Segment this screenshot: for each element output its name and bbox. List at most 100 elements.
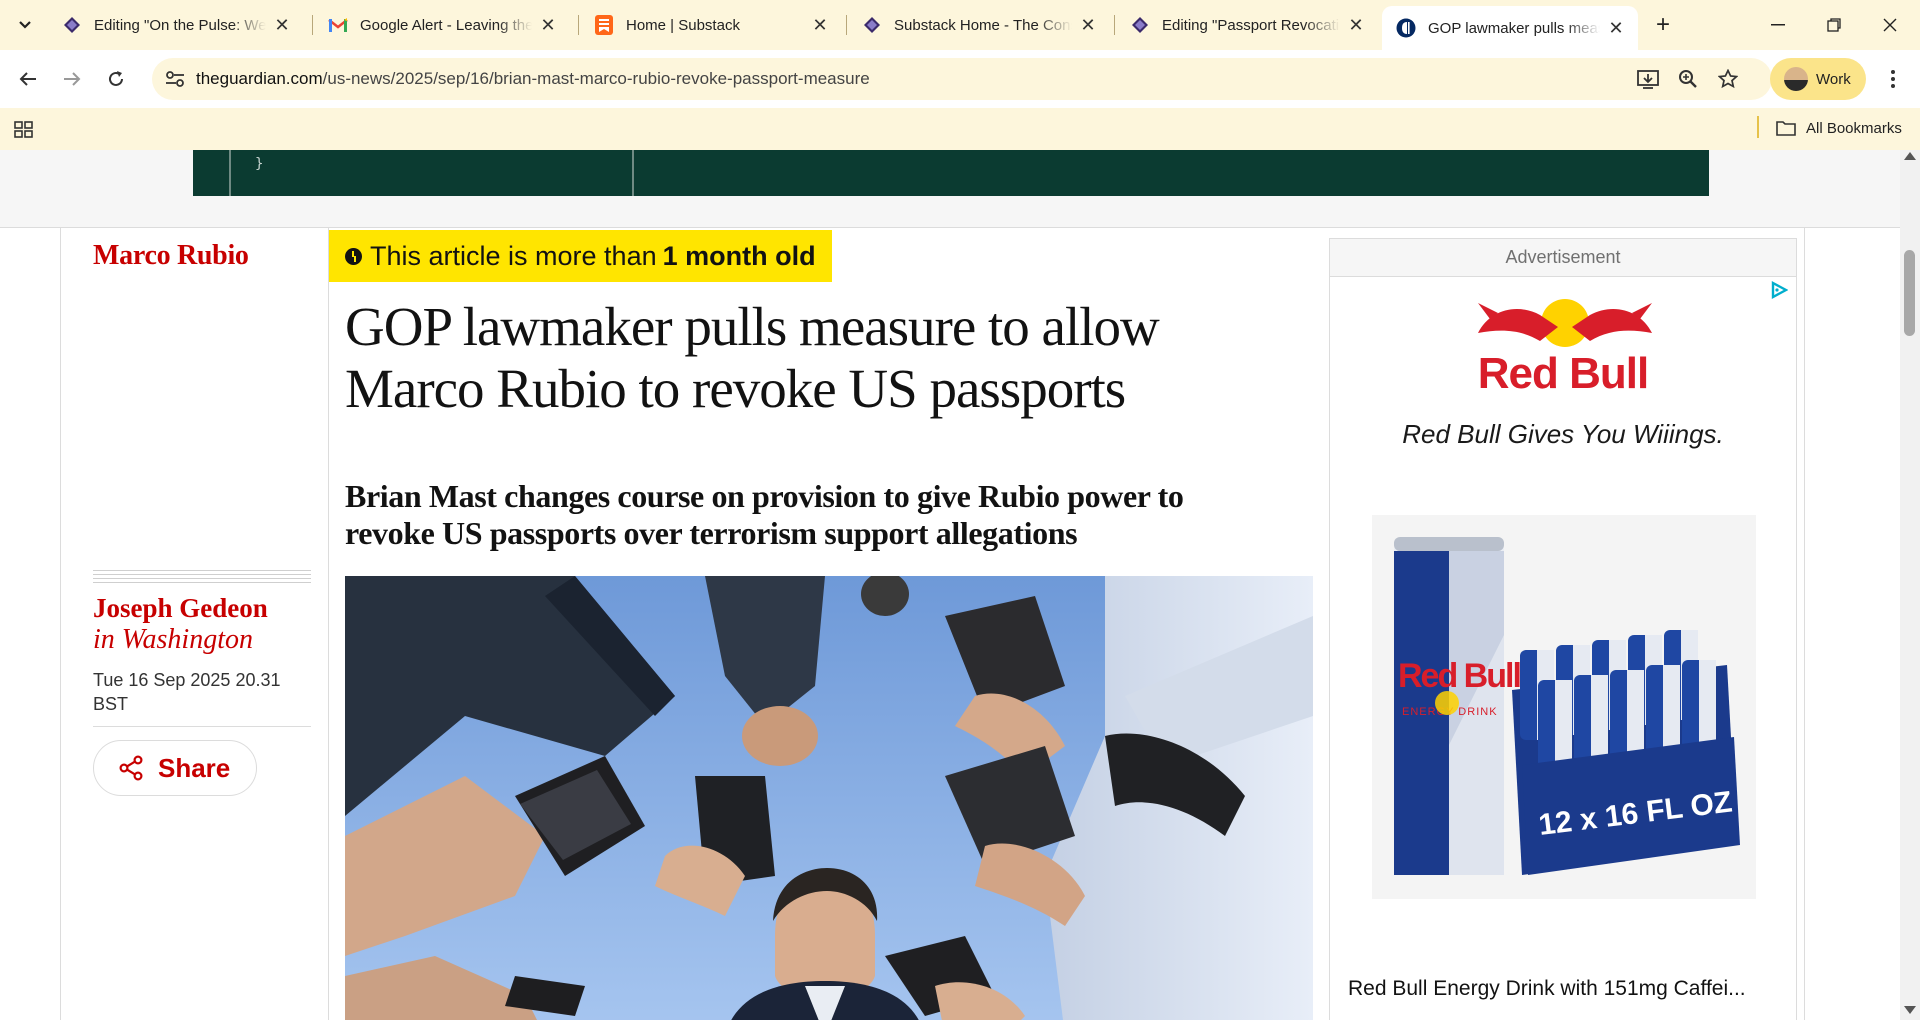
profile-label: Work — [1816, 70, 1851, 88]
back-button[interactable] — [12, 63, 44, 95]
more-vertical-icon — [1891, 70, 1895, 88]
author-link[interactable]: Joseph Gedeon — [93, 592, 268, 624]
article-container: Marco Rubio This article is more than 1 … — [60, 228, 1805, 1020]
share-button[interactable]: Share — [93, 740, 257, 796]
zoom-icon — [1679, 70, 1697, 88]
close-icon[interactable]: ✕ — [1346, 15, 1366, 35]
close-icon[interactable]: ✕ — [538, 15, 558, 35]
scroll-up-arrow-icon[interactable] — [1904, 152, 1916, 160]
article-standfirst: Brian Mast changes course on provision t… — [345, 478, 1184, 551]
byline-rules — [93, 570, 311, 586]
arrow-right-icon — [64, 72, 81, 86]
hero-photo-illustration — [345, 576, 1313, 1020]
close-icon[interactable]: ✕ — [272, 15, 292, 35]
ad-tagline: Red Bull Gives You Wiiings. — [1402, 419, 1724, 449]
date-divider — [93, 726, 311, 727]
reload-button[interactable] — [100, 63, 132, 95]
minimize-icon — [1771, 24, 1785, 26]
ad-banner-divider — [632, 150, 634, 196]
tab-google-alert[interactable]: Google Alert - Leaving the ✕ — [314, 6, 570, 44]
red-bull-product-illustration: Red Bull ENERGY DRINK 12 x 16 FL OZ — [1394, 537, 1740, 875]
star-icon — [1718, 69, 1738, 89]
bookmark-star-button[interactable] — [1716, 67, 1740, 91]
restore-button[interactable] — [1814, 8, 1854, 42]
forward-button[interactable] — [56, 63, 88, 95]
scroll-down-arrow-icon[interactable] — [1904, 1006, 1916, 1014]
clock-icon — [345, 247, 362, 265]
substack-icon — [594, 15, 614, 35]
tab-gop-lawmaker-active[interactable]: GOP lawmaker pulls meas ✕ — [1382, 6, 1638, 50]
site-settings-icon[interactable] — [164, 68, 186, 90]
tab-title: Home | Substack — [626, 16, 740, 34]
author-location: in Washington — [93, 624, 253, 655]
chevron-down-icon — [19, 21, 31, 29]
bookmarks-divider — [1757, 116, 1759, 138]
url-path: /us-news/2025/sep/16/brian-mast-marco-ru… — [322, 69, 870, 88]
can-brand-text: Red Bull — [1398, 657, 1520, 695]
guardian-icon — [1396, 18, 1416, 38]
tab-title: Substack Home - The Cons — [894, 16, 1072, 34]
substack-editor-icon — [62, 15, 82, 35]
new-tab-button[interactable]: + — [1648, 10, 1678, 40]
publish-date[interactable]: Tue 16 Sep 2025 20.31 BST — [93, 668, 303, 716]
top-ad-banner[interactable]: } — [193, 150, 1709, 196]
tab-editing-passport[interactable]: Editing "Passport Revocatio ✕ — [1116, 6, 1378, 44]
adchoices-icon[interactable] — [1770, 281, 1788, 299]
scrollbar-thumb[interactable] — [1904, 250, 1915, 336]
avatar — [1784, 67, 1808, 91]
install-icon — [1637, 70, 1659, 89]
top-ad-band: } — [0, 150, 1900, 228]
substack-editor-icon — [1130, 15, 1150, 35]
install-app-button[interactable] — [1636, 67, 1660, 91]
tab-editing-on-the-pulse[interactable]: Editing "On the Pulse: Wee ✕ — [48, 6, 304, 44]
url-text[interactable]: theguardian.com/us-news/2025/sep/16/bria… — [196, 69, 870, 89]
folder-icon — [1776, 121, 1796, 136]
section-tag-link[interactable]: Marco Rubio — [93, 240, 249, 272]
red-bull-wordmark: Red Bull — [1477, 349, 1649, 398]
profile-button[interactable]: Work — [1770, 58, 1866, 100]
plus-icon: + — [1655, 11, 1670, 38]
tab-title: Editing "On the Pulse: Wee — [94, 16, 266, 34]
sidebar-advertisement[interactable]: Advertisement Red Bull Red Bull Gives Yo… — [1329, 238, 1797, 1020]
tab-divider — [846, 15, 847, 35]
share-label: Share — [158, 752, 231, 783]
bookmarks-bar: All Bookmarks — [0, 108, 1920, 150]
tab-title: Google Alert - Leaving the — [360, 16, 532, 34]
hero-photo[interactable] — [345, 576, 1313, 1020]
minimize-button[interactable] — [1758, 8, 1798, 42]
arrow-left-icon — [19, 72, 36, 86]
tab-divider — [578, 15, 579, 35]
all-bookmarks-button[interactable]: All Bookmarks — [1776, 114, 1902, 142]
close-window-button[interactable] — [1870, 8, 1910, 42]
tab-title: GOP lawmaker pulls meas — [1428, 19, 1600, 37]
close-icon[interactable]: ✕ — [1078, 15, 1098, 35]
age-value: 1 month old — [662, 240, 816, 271]
ad-banner-code-glyph: } — [255, 156, 264, 172]
address-bar[interactable]: theguardian.com/us-news/2025/sep/16/bria… — [152, 58, 1772, 100]
reload-icon — [109, 71, 123, 86]
browser-toolbar: theguardian.com/us-news/2025/sep/16/bria… — [0, 50, 1920, 108]
article-headline: GOP lawmaker pulls measure to allow Marc… — [345, 296, 1160, 419]
tab-divider — [312, 15, 313, 35]
article-age-badge: This article is more than 1 month old — [329, 230, 832, 282]
tab-home-substack[interactable]: Home | Substack ✕ — [580, 6, 842, 44]
product-title-link[interactable]: Red Bull Energy Drink with 151mg Caffei.… — [1348, 977, 1788, 1001]
browser-menu-button[interactable] — [1878, 64, 1908, 94]
red-bull-logo-icon — [1478, 299, 1652, 347]
zoom-button[interactable] — [1676, 67, 1700, 91]
column-divider — [328, 228, 329, 1020]
tab-substack-home-cons[interactable]: Substack Home - The Cons ✕ — [848, 6, 1110, 44]
page-scrollbar[interactable] — [1900, 150, 1920, 1020]
age-prefix: This article is more than — [370, 240, 657, 271]
close-icon[interactable]: ✕ — [1606, 18, 1626, 38]
tab-search-button[interactable] — [10, 10, 40, 40]
apps-grid-icon[interactable] — [12, 118, 36, 142]
substack-editor-icon — [862, 15, 882, 35]
url-host: theguardian.com — [196, 69, 323, 88]
close-icon[interactable]: ✕ — [810, 15, 830, 35]
tab-title: Editing "Passport Revocatio — [1162, 16, 1340, 34]
product-image[interactable]: Red Bull ENERGY DRINK 12 x 16 FL OZ — [1372, 515, 1756, 899]
gmail-icon — [328, 15, 348, 35]
share-icon — [119, 755, 143, 781]
ad-banner-divider — [229, 150, 231, 196]
